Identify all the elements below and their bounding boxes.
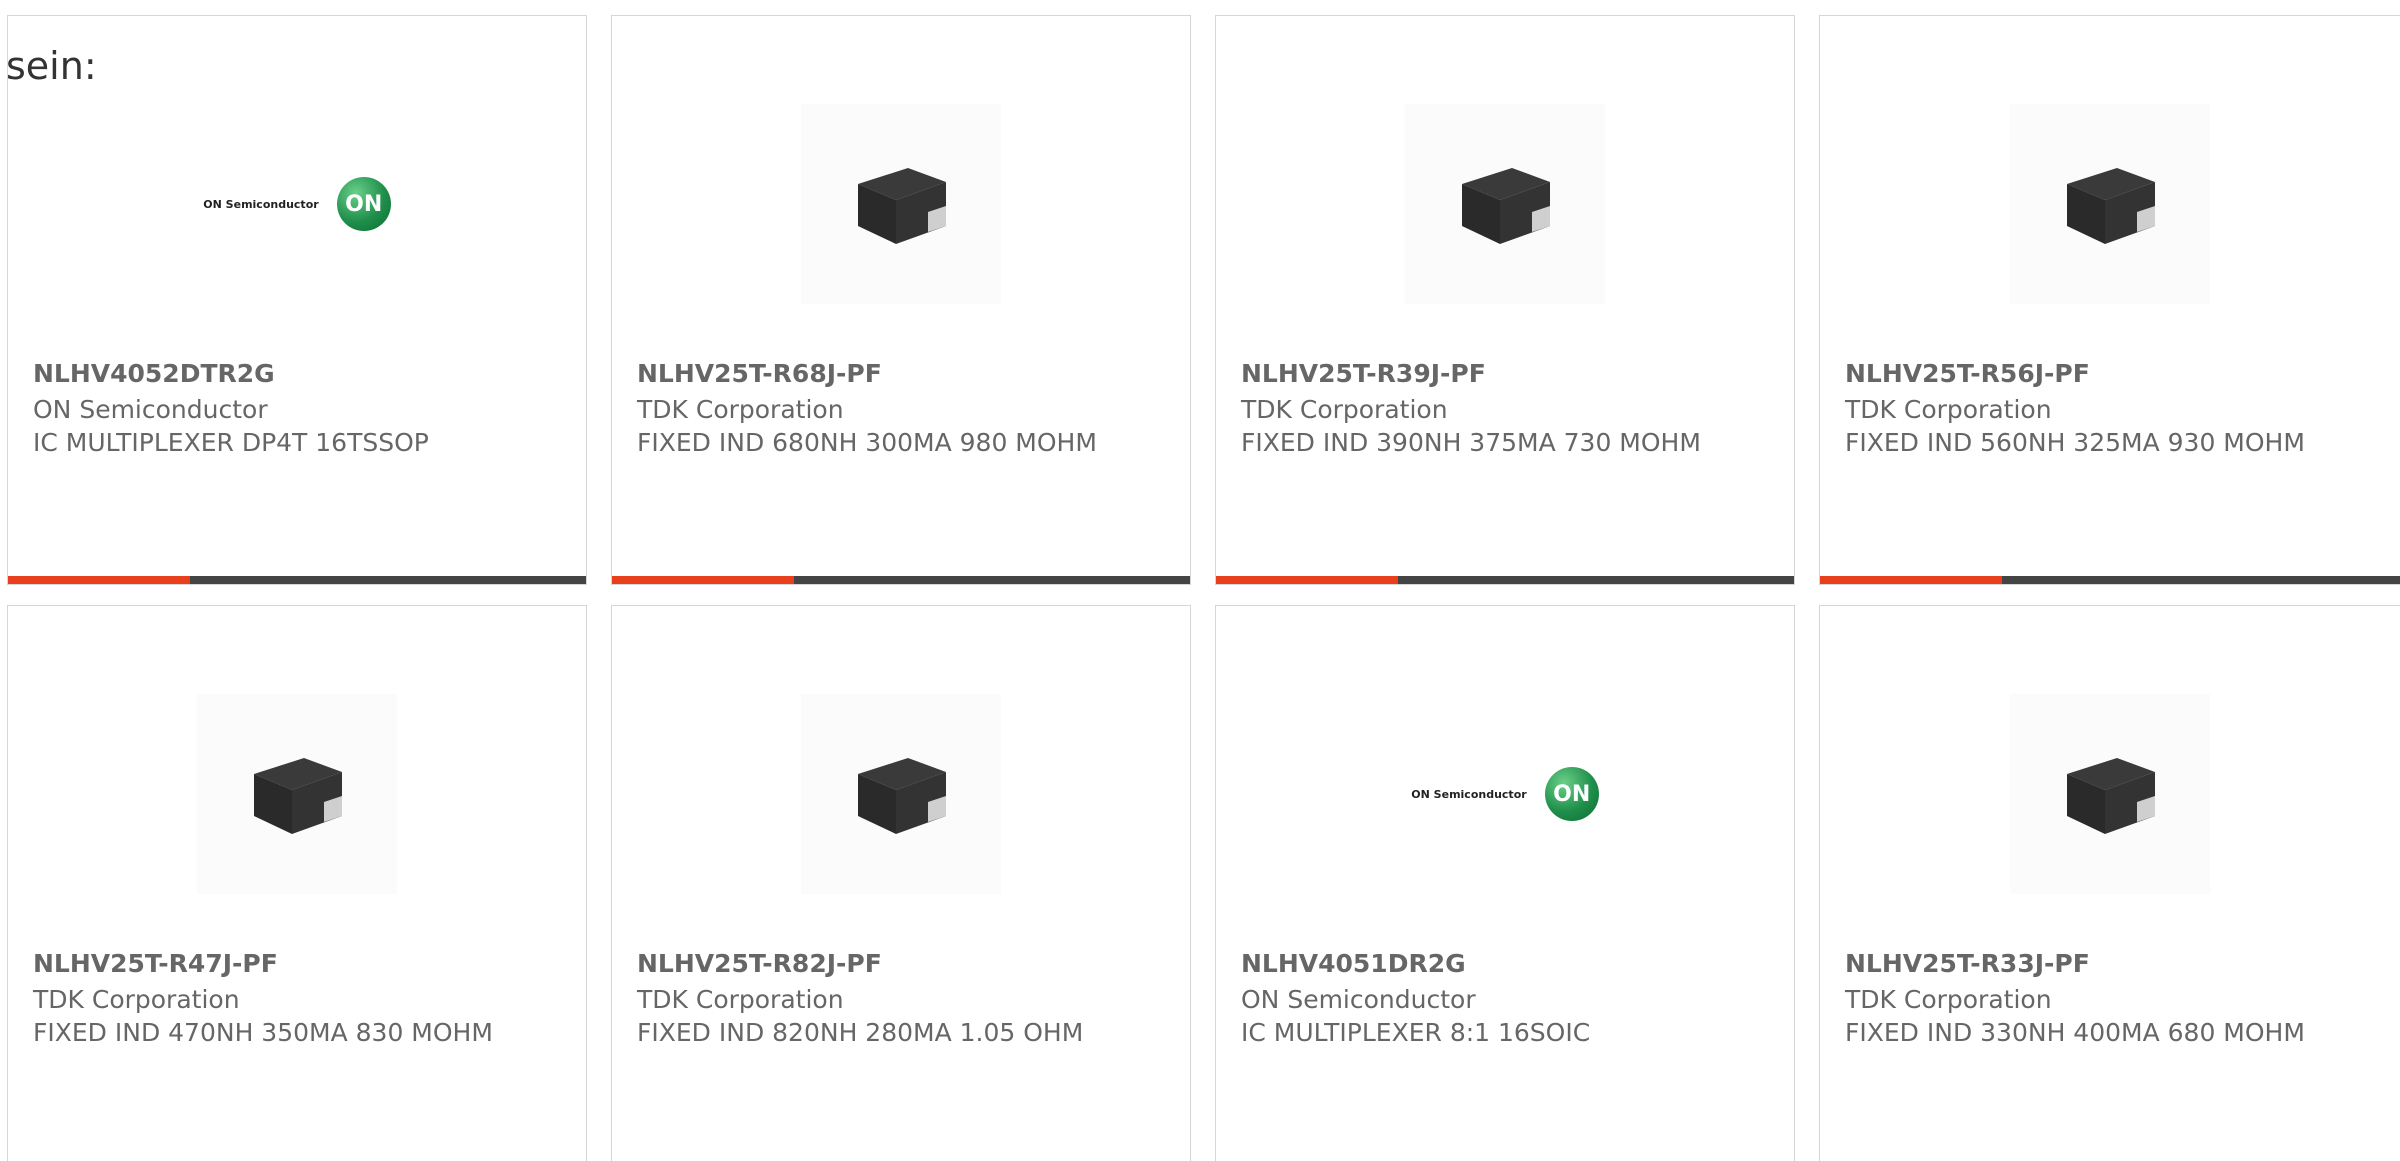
product-image [1820,104,2400,304]
manufacturer: TDK Corporation [1845,395,2052,424]
on-logo-mark: ON [1544,767,1599,821]
inductor-chip-icon [858,758,946,834]
description: FIXED IND 820NH 280MA 1.05 OHM [637,1018,1084,1047]
part-number: NLHV25T-R82J-PF [637,949,882,978]
card-progress-accent [1216,576,1398,584]
card-progress-bar [612,576,1190,584]
part-number: NLHV4051DR2G [1241,949,1466,978]
part-number: NLHV25T-R47J-PF [33,949,278,978]
inductor-chip-image [801,104,1001,304]
product-card[interactable]: NLHV25T-R82J-PF TDK Corporation FIXED IN… [611,605,1191,1161]
inductor-chip-image [2010,104,2210,304]
card-progress-accent [1820,576,2002,584]
product-image: ON Semiconductor ON [1216,694,1794,894]
description: FIXED IND 330NH 400MA 680 MOHM [1845,1018,2305,1047]
inductor-chip-icon [254,758,342,834]
card-progress-accent [8,576,190,584]
product-card[interactable]: NLHV25T-R33J-PF TDK Corporation FIXED IN… [1819,605,2400,1161]
manufacturer: TDK Corporation [1845,985,2052,1014]
description: FIXED IND 560NH 325MA 930 MOHM [1845,428,2305,457]
description: FIXED IND 470NH 350MA 830 MOHM [33,1018,493,1047]
manufacturer: ON Semiconductor [1241,985,1476,1014]
inductor-chip-image [197,694,397,894]
on-logo-mark: ON [336,177,391,231]
product-card[interactable]: NLHV25T-R47J-PF TDK Corporation FIXED IN… [7,605,587,1161]
inductor-chip-icon [858,168,946,244]
description: FIXED IND 390NH 375MA 730 MOHM [1241,428,1701,457]
description: IC MULTIPLEXER 8:1 16SOIC [1241,1018,1591,1047]
description: FIXED IND 680NH 300MA 980 MOHM [637,428,1097,457]
inductor-chip-icon [2067,168,2155,244]
product-card[interactable]: NLHV25T-R39J-PF TDK Corporation FIXED IN… [1215,15,1795,585]
on-semiconductor-logo: ON Semiconductor ON [1411,767,1599,821]
product-card[interactable]: ON Semiconductor ON NLHV4051DR2G ON Semi… [1215,605,1795,1161]
inductor-chip-icon [1462,168,1550,244]
manufacturer: TDK Corporation [1241,395,1448,424]
card-progress-bar [1820,576,2400,584]
product-card[interactable]: NLHV25T-R68J-PF TDK Corporation FIXED IN… [611,15,1191,585]
on-semiconductor-logo: ON Semiconductor ON [203,177,391,231]
part-number: NLHV25T-R33J-PF [1845,949,2090,978]
card-progress-accent [612,576,794,584]
manufacturer: TDK Corporation [637,395,844,424]
card-progress-bar [8,576,586,584]
inductor-chip-image [2010,694,2210,894]
intro-text: sein: [6,44,97,88]
part-number: NLHV25T-R39J-PF [1241,359,1486,388]
part-number: NLHV4052DTR2G [33,359,275,388]
inductor-chip-icon [2067,758,2155,834]
product-image [612,694,1190,894]
product-image [1820,694,2400,894]
product-card[interactable]: NLHV25T-R56J-PF TDK Corporation FIXED IN… [1819,15,2400,585]
manufacturer: TDK Corporation [33,985,240,1014]
product-grid-page: sein: ON Semiconductor ON NLHV4052DTR2G … [0,0,2400,1161]
description: IC MULTIPLEXER DP4T 16TSSOP [33,428,429,457]
manufacturer: TDK Corporation [637,985,844,1014]
inductor-chip-image [801,694,1001,894]
product-image [8,694,586,894]
product-image [1216,104,1794,304]
part-number: NLHV25T-R56J-PF [1845,359,2090,388]
manufacturer: ON Semiconductor [33,395,268,424]
inductor-chip-image [1405,104,1605,304]
product-image [612,104,1190,304]
product-image: ON Semiconductor ON [8,104,586,304]
product-card[interactable]: ON Semiconductor ON NLHV4052DTR2G ON Sem… [7,15,587,585]
card-progress-bar [1216,576,1794,584]
part-number: NLHV25T-R68J-PF [637,359,882,388]
